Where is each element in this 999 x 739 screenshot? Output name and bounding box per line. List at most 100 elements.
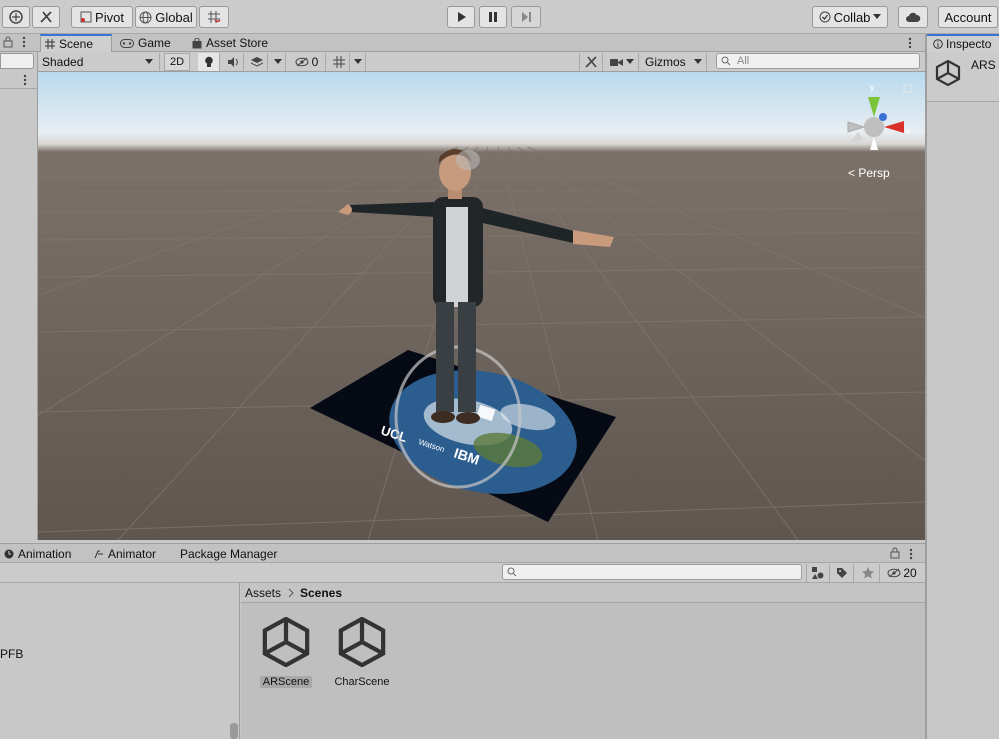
unity-scene-icon (935, 60, 961, 86)
tab-asset-store[interactable]: Asset Store (188, 34, 272, 52)
inspector-object-name[interactable]: ARS (971, 58, 996, 72)
step-icon (520, 11, 532, 23)
tree-item[interactable]: PFB (0, 647, 23, 661)
tab-inspector[interactable]: Inspecto (927, 34, 999, 52)
step-button[interactable] (511, 6, 541, 28)
asset-item-arscene[interactable]: ARScene (251, 617, 321, 688)
tree-scrollbar[interactable] (230, 723, 238, 739)
check-circle-icon (819, 11, 831, 23)
layers-button[interactable] (2, 6, 30, 28)
scene-more-icon[interactable] (908, 37, 912, 49)
lightbulb-icon (204, 56, 214, 68)
tab-animation-label: Animation (18, 547, 72, 561)
global-toggle[interactable]: Global (135, 6, 197, 28)
tab-game-label: Game (138, 36, 171, 50)
effects-toggle[interactable] (246, 53, 268, 71)
lock-icon[interactable] (3, 36, 13, 48)
pivot-label: Pivot (95, 9, 124, 25)
speaker-icon (227, 57, 239, 67)
lighting-toggle[interactable] (198, 53, 220, 71)
chevron-down-icon (273, 59, 282, 65)
tab-animator[interactable]: Animator (90, 545, 160, 563)
search-icon (721, 56, 731, 66)
inspector-panel: Inspecto ARS (925, 34, 999, 739)
inspector-tab-label: Inspecto (946, 37, 992, 51)
asset-item-charscene[interactable]: CharScene (327, 617, 397, 688)
shading-mode-label: Shaded (42, 55, 84, 69)
asset-label: CharScene (334, 676, 390, 688)
scene-control-bar: Shaded 2D 0 Gizmos All (38, 52, 925, 72)
filter-label-button[interactable] (830, 564, 854, 582)
chevron-down-icon (145, 59, 153, 65)
global-label: Global (155, 9, 193, 25)
tab-animation[interactable]: Animation (0, 545, 75, 563)
more-vertical-icon[interactable] (22, 36, 26, 48)
hidden-packages-count: 20 (903, 566, 917, 580)
chevron-down-icon (625, 59, 634, 65)
collab-label: Collab (833, 9, 871, 25)
tab-scene[interactable]: Scene (40, 34, 112, 52)
account-dropdown[interactable]: Account (938, 6, 998, 28)
hierarchy-panel-edge (0, 52, 38, 540)
asset-label: ARScene (259, 676, 313, 688)
main-toolbar: Pivot Global Collab Account (0, 0, 999, 34)
gizmos-dropdown[interactable]: Gizmos (641, 53, 707, 71)
mode-2d-toggle[interactable]: 2D (164, 53, 190, 71)
favorites-button[interactable] (856, 564, 880, 582)
tools-icon (585, 56, 597, 68)
scene-viewport[interactable]: UCL Watson IBM y x < Persp (38, 72, 925, 540)
pivot-toggle[interactable]: Pivot (71, 6, 133, 28)
star-icon (861, 567, 874, 579)
panel-lock-icon[interactable] (890, 547, 900, 559)
animator-icon (94, 549, 104, 559)
gamepad-icon (120, 38, 134, 48)
panel-more-icon[interactable] (909, 548, 913, 560)
tab-package-manager[interactable]: Package Manager (176, 545, 281, 563)
hierarchy-more-icon[interactable] (23, 74, 27, 86)
unity-scene-icon (337, 617, 387, 667)
project-search-input[interactable] (502, 564, 802, 580)
hash-grid-icon (45, 39, 55, 49)
scene-tools-button[interactable] (579, 53, 603, 71)
breadcrumb-current[interactable]: Scenes (300, 586, 342, 600)
audio-toggle[interactable] (222, 53, 244, 71)
tab-package-manager-label: Package Manager (180, 547, 278, 561)
play-button[interactable] (447, 6, 475, 28)
projection-toggle[interactable]: < Persp (848, 166, 890, 180)
collab-dropdown[interactable]: Collab (812, 6, 888, 28)
breadcrumb-root[interactable]: Assets (245, 586, 281, 600)
gizmo-y-label: y (870, 82, 875, 92)
project-folder-tree: PFB (0, 583, 240, 739)
grid-dropdown[interactable] (350, 53, 366, 71)
scene-tab-bar: Scene Game Asset Store (0, 34, 925, 52)
project-toolbar: 20 (0, 563, 925, 583)
hidden-packages-toggle[interactable]: 20 (882, 564, 922, 582)
shading-mode-dropdown[interactable]: Shaded (38, 53, 160, 71)
search-icon (507, 567, 517, 577)
tools-icon (38, 9, 54, 25)
grid-snap-button[interactable] (199, 6, 229, 28)
chevron-down-icon (873, 14, 882, 20)
grid-toggle[interactable] (328, 53, 350, 71)
clock-icon (4, 549, 14, 559)
tab-game[interactable]: Game (116, 34, 175, 52)
gizmos-label: Gizmos (645, 55, 686, 69)
layers-stack-icon (250, 57, 263, 67)
orientation-gizmo[interactable]: y x (847, 82, 912, 150)
scene-search-placeholder: All (737, 55, 750, 67)
hierarchy-search[interactable] (0, 53, 34, 69)
tab-animator-label: Animator (108, 547, 157, 561)
camera-dropdown[interactable] (605, 53, 639, 71)
cloud-button[interactable] (898, 6, 928, 28)
asset-grid: ARScene CharScene (241, 603, 925, 739)
hidden-objects-toggle[interactable]: 0 (288, 53, 326, 71)
scene-search-input[interactable]: All (716, 53, 920, 69)
camera-icon (609, 58, 623, 67)
tools-button[interactable] (32, 6, 60, 28)
pause-button[interactable] (479, 6, 507, 28)
effects-dropdown[interactable] (270, 53, 286, 71)
pivot-icon (80, 11, 92, 23)
filter-type-button[interactable] (806, 564, 830, 582)
breadcrumb: Assets Scenes (241, 583, 925, 603)
shapes-icon (812, 567, 824, 579)
